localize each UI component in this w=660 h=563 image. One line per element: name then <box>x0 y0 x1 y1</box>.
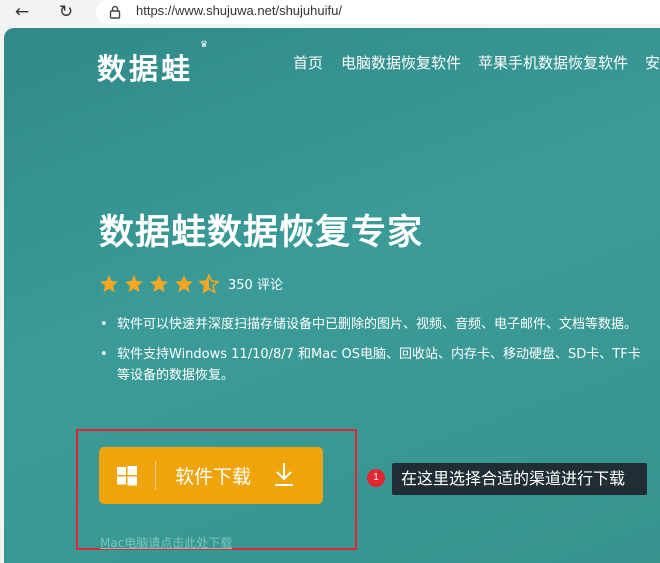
page-title: 数据蛙数据恢复专家 <box>99 213 424 253</box>
feature-text: 等设备的数据恢复。 <box>117 368 235 383</box>
star-full-icon <box>100 275 118 293</box>
star-full-icon <box>125 275 143 293</box>
bullet-dot: • <box>100 317 108 332</box>
url-text: https://www.shujuwa.net/shujuhuifu/ <box>136 3 342 18</box>
browser-toolbar: ← ↻ https://www.shujuwa.net/shujuhuifu/ <box>0 0 660 26</box>
annotation-callout: 在这里选择合适的渠道进行下载 <box>392 463 647 495</box>
feature-text: 软件支持Windows 11/10/8/7 和Mac OS电脑、回收站、内存卡、… <box>117 347 641 362</box>
lock-icon <box>109 5 121 19</box>
star-full-icon <box>175 275 193 293</box>
bullet-dot: • <box>100 347 108 362</box>
review-count[interactable]: 350 评论 <box>228 274 283 293</box>
address-bar[interactable]: https://www.shujuwa.net/shujuhuifu/ <box>96 0 660 24</box>
download-label: 软件下载 <box>175 466 252 488</box>
step-badge: 1 <box>367 469 385 487</box>
star-full-icon <box>150 275 168 293</box>
feature-text: 软件可以快速并深度扫描存储设备中已删除的图片、视频、音频、电子邮件、文档等数据。 <box>117 317 638 332</box>
nav-pc-recovery[interactable]: 电脑数据恢复软件 <box>341 52 461 73</box>
nav-home[interactable]: 首页 <box>293 52 323 73</box>
site-logo[interactable]: 数据蛙 <box>97 46 193 88</box>
download-arrow-icon <box>275 463 293 486</box>
button-divider <box>155 461 156 490</box>
download-button[interactable]: 软件下载 <box>99 447 323 504</box>
windows-icon <box>117 466 137 486</box>
nav-android-recovery[interactable]: 安 <box>645 52 660 73</box>
star-half-icon <box>199 274 219 294</box>
mac-download-link[interactable]: Mac电脑请点击此处下载 <box>100 534 232 551</box>
reload-icon[interactable]: ↻ <box>56 2 76 22</box>
back-arrow-icon[interactable]: ← <box>12 2 32 22</box>
web-page: 数据蛙 ♛ 首页 电脑数据恢复软件 苹果手机数据恢复软件 安 数据蛙数据恢复专家… <box>4 28 660 563</box>
nav-iphone-recovery[interactable]: 苹果手机数据恢复软件 <box>478 52 628 73</box>
logo-crown-icon: ♛ <box>200 40 209 50</box>
